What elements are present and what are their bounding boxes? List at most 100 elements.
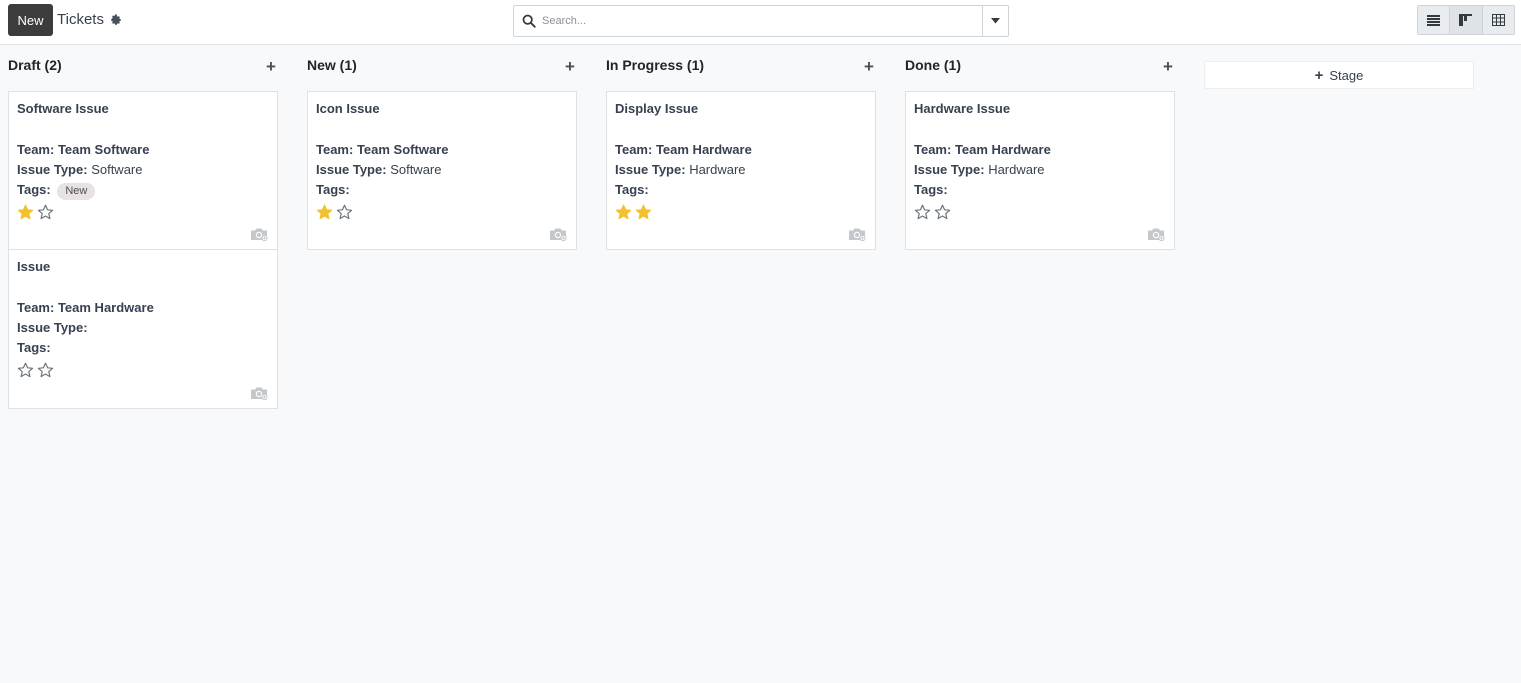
quick-create-plus-icon[interactable]: + bbox=[264, 58, 278, 75]
tags-field-label: Tags: bbox=[17, 340, 51, 355]
gear-icon[interactable] bbox=[110, 14, 122, 26]
kanban-view-button[interactable] bbox=[1450, 6, 1483, 34]
issue-type-field-label: Issue Type: bbox=[914, 162, 985, 177]
column-header: Done (1) + bbox=[905, 45, 1175, 91]
issue-type-field-value: Hardware bbox=[689, 162, 746, 177]
team-field: Team: Team Software bbox=[316, 140, 568, 160]
column-header: New (1) + bbox=[307, 45, 577, 91]
tags-field-label: Tags: bbox=[17, 182, 51, 197]
issue-type-field-label: Issue Type: bbox=[316, 162, 387, 177]
search-box bbox=[513, 5, 1009, 37]
column-header: Draft (2) + bbox=[8, 45, 278, 91]
issue-type-field-label: Issue Type: bbox=[17, 320, 88, 335]
pivot-view-button[interactable] bbox=[1482, 6, 1514, 34]
plus-icon: + bbox=[1314, 66, 1324, 84]
star-empty-icon[interactable] bbox=[37, 362, 54, 379]
team-field-value: Team Hardware bbox=[954, 142, 1051, 157]
issue-type-field-value: Hardware bbox=[988, 162, 1045, 177]
search-input[interactable] bbox=[542, 10, 982, 32]
team-field-label: Team: bbox=[615, 142, 653, 157]
column-title[interactable]: In Progress (1) bbox=[606, 57, 704, 73]
team-field-label: Team: bbox=[316, 142, 354, 157]
issue-type-field-value: Software bbox=[390, 162, 442, 177]
star-empty-icon[interactable] bbox=[914, 204, 931, 221]
star-filled-icon[interactable] bbox=[635, 204, 652, 221]
page-title: Tickets bbox=[57, 11, 104, 28]
issue-type-field: Issue Type: Software bbox=[316, 160, 568, 180]
issue-type-field-label: Issue Type: bbox=[615, 162, 686, 177]
quick-create-plus-icon[interactable]: + bbox=[563, 58, 577, 75]
team-field: Team: Team Hardware bbox=[17, 298, 269, 318]
camera-icon[interactable] bbox=[250, 386, 268, 400]
add-stage-button[interactable]: + Stage bbox=[1204, 61, 1474, 89]
star-empty-icon[interactable] bbox=[37, 204, 54, 221]
card-title: Software Issue bbox=[17, 101, 109, 116]
kanban-column: Done (1) + Hardware Issue Team: Team Hardwa… bbox=[905, 45, 1175, 250]
priority-stars bbox=[615, 201, 867, 223]
ticket-card[interactable]: Hardware Issue Team: Team Hardware Issue T… bbox=[905, 91, 1175, 250]
ticket-card[interactable]: Icon Issue Team: Team Software Issue Type:… bbox=[307, 91, 577, 250]
camera-icon[interactable] bbox=[549, 227, 567, 241]
ticket-card[interactable]: Display Issue Team: Team Hardware Issue Ty… bbox=[606, 91, 876, 250]
tags-field: Tags: bbox=[316, 180, 568, 200]
kanban-column: New (1) + Icon Issue Team: Team Software Iss… bbox=[307, 45, 577, 250]
camera-icon[interactable] bbox=[1147, 227, 1165, 241]
column-header: In Progress (1) + bbox=[606, 45, 876, 91]
priority-stars bbox=[316, 201, 568, 223]
issue-type-field-label: Issue Type: bbox=[17, 162, 88, 177]
kanban-column: Draft (2) + Software Issue Team: Team Softw… bbox=[8, 45, 278, 409]
tag-badge: New bbox=[57, 183, 96, 200]
column-title[interactable]: New (1) bbox=[307, 57, 357, 73]
tags-field: Tags: New bbox=[17, 180, 269, 200]
team-field-label: Team: bbox=[17, 142, 55, 157]
quick-create-plus-icon[interactable]: + bbox=[862, 58, 876, 75]
star-empty-icon[interactable] bbox=[17, 362, 34, 379]
card-title: Issue bbox=[17, 259, 51, 274]
caret-down-icon bbox=[991, 18, 1000, 24]
star-filled-icon[interactable] bbox=[316, 204, 333, 221]
kanban-view-icon bbox=[1459, 14, 1473, 26]
star-empty-icon[interactable] bbox=[934, 204, 951, 221]
tags-field: Tags: bbox=[17, 338, 269, 358]
issue-type-field: Issue Type: Hardware bbox=[615, 160, 867, 180]
view-switcher bbox=[1417, 5, 1515, 35]
card-title: Hardware Issue bbox=[914, 101, 1011, 116]
team-field-value: Team Software bbox=[356, 142, 449, 157]
star-filled-icon[interactable] bbox=[17, 204, 34, 221]
camera-icon[interactable] bbox=[848, 227, 866, 241]
tags-field-label: Tags: bbox=[914, 182, 948, 197]
list-view-button[interactable] bbox=[1418, 6, 1451, 34]
issue-type-field: Issue Type: bbox=[17, 318, 269, 338]
camera-icon[interactable] bbox=[250, 227, 268, 241]
team-field-label: Team: bbox=[17, 300, 55, 315]
new-button[interactable]: New bbox=[8, 4, 53, 36]
team-field-value: Team Software bbox=[57, 142, 150, 157]
pivot-view-icon bbox=[1491, 14, 1505, 26]
ticket-card[interactable]: Issue Team: Team Hardware Issue Type: Tags… bbox=[8, 250, 278, 409]
team-field-value: Team Hardware bbox=[655, 142, 752, 157]
card-title: Display Issue bbox=[615, 101, 699, 116]
card-title: Icon Issue bbox=[316, 101, 380, 116]
tags-field: Tags: bbox=[914, 180, 1166, 200]
priority-stars bbox=[17, 201, 269, 223]
tags-field: Tags: bbox=[615, 180, 867, 200]
issue-type-field: Issue Type: Software bbox=[17, 160, 269, 180]
column-title[interactable]: Draft (2) bbox=[8, 57, 62, 73]
team-field-value: Team Hardware bbox=[57, 300, 154, 315]
column-title[interactable]: Done (1) bbox=[905, 57, 961, 73]
team-field-label: Team: bbox=[914, 142, 952, 157]
issue-type-field: Issue Type: Hardware bbox=[914, 160, 1166, 180]
add-stage-label: Stage bbox=[1329, 67, 1364, 83]
star-empty-icon[interactable] bbox=[336, 204, 353, 221]
search-options-toggle[interactable] bbox=[982, 6, 1008, 36]
tags-field-label: Tags: bbox=[316, 182, 350, 197]
search-icon bbox=[522, 14, 536, 28]
star-filled-icon[interactable] bbox=[615, 204, 632, 221]
tags-field-label: Tags: bbox=[615, 182, 649, 197]
list-view-icon bbox=[1427, 14, 1441, 26]
ticket-card[interactable]: Software Issue Team: Team Software Issue T… bbox=[8, 91, 278, 250]
quick-create-plus-icon[interactable]: + bbox=[1161, 58, 1175, 75]
team-field: Team: Team Hardware bbox=[615, 140, 867, 160]
kanban-column: In Progress (1) + Display Issue Team: Team … bbox=[606, 45, 876, 250]
control-panel: New Tickets bbox=[0, 0, 1521, 45]
